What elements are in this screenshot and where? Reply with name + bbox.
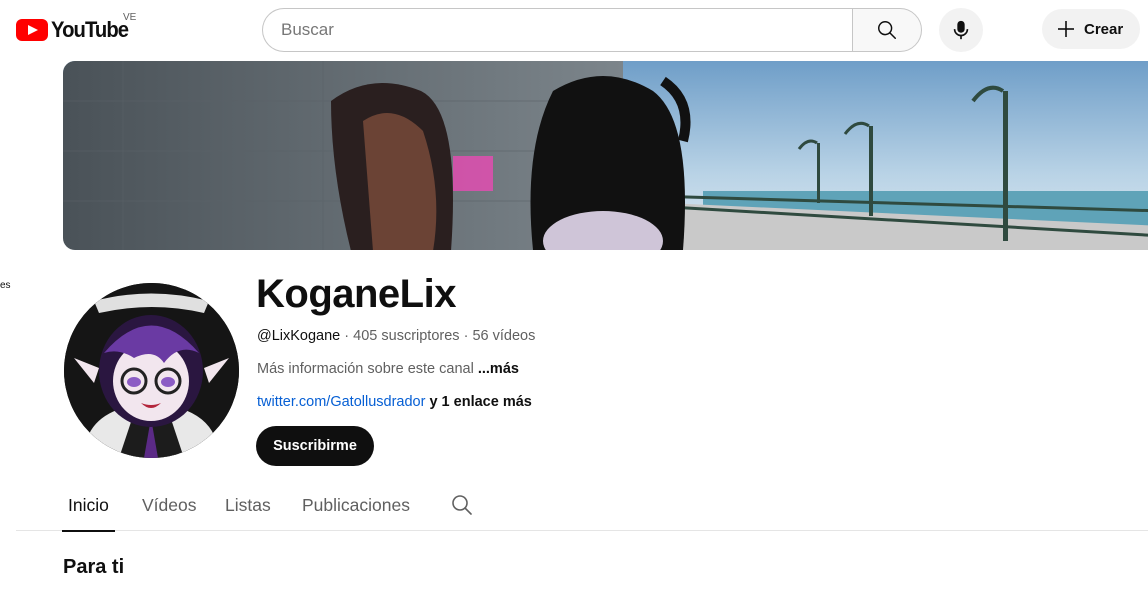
search-button[interactable] bbox=[852, 8, 922, 52]
create-label: Crear bbox=[1084, 20, 1124, 38]
sidebar-fragment: es bbox=[0, 280, 11, 291]
tab-videos[interactable]: Vídeos bbox=[142, 495, 196, 531]
channel-search-button[interactable] bbox=[450, 493, 474, 522]
section-title: Para ti bbox=[63, 556, 125, 578]
tab-publicaciones[interactable]: Publicaciones bbox=[302, 495, 410, 531]
channel-tabs: Inicio Vídeos Listas Publicaciones bbox=[16, 484, 1148, 532]
search-input[interactable] bbox=[262, 8, 852, 52]
search-icon bbox=[452, 495, 472, 515]
description-text: Más información sobre este canal bbox=[257, 361, 474, 377]
voice-search-button[interactable] bbox=[939, 8, 983, 52]
logo-text: YouTube bbox=[51, 17, 129, 42]
channel-handle: @LixKogane bbox=[257, 328, 341, 344]
video-count: 56 vídeos bbox=[472, 328, 536, 344]
channel-banner bbox=[63, 61, 1148, 250]
tab-listas[interactable]: Listas bbox=[225, 495, 271, 531]
tab-inicio[interactable]: Inicio bbox=[62, 495, 115, 532]
region-code: VE bbox=[123, 12, 137, 23]
twitter-link[interactable]: twitter.com/Gatollusdrador bbox=[257, 394, 425, 410]
subscriber-count: 405 suscriptores bbox=[353, 328, 460, 344]
avatar-image bbox=[64, 283, 239, 458]
meta-separator: · bbox=[344, 328, 350, 344]
subscribe-button[interactable]: Suscribirme bbox=[256, 426, 374, 466]
microphone-icon bbox=[953, 20, 969, 40]
plus-icon bbox=[1058, 21, 1074, 37]
youtube-play-icon bbox=[16, 19, 48, 41]
search-icon bbox=[878, 21, 896, 39]
more-links-button[interactable]: y 1 enlace más bbox=[429, 394, 531, 410]
youtube-logo[interactable]: YouTube bbox=[16, 17, 135, 43]
meta-separator: · bbox=[463, 328, 469, 344]
channel-links: twitter.com/Gatollusdrador y 1 enlace má… bbox=[257, 394, 532, 410]
banner-image bbox=[63, 61, 1148, 250]
search-bar bbox=[262, 8, 922, 52]
channel-meta: @LixKogane · 405 suscriptores · 56 vídeo… bbox=[257, 328, 535, 344]
channel-avatar[interactable] bbox=[64, 283, 239, 458]
channel-description[interactable]: Más información sobre este canal ...más bbox=[257, 361, 519, 377]
channel-name: KoganeLix bbox=[256, 272, 456, 316]
more-link[interactable]: ...más bbox=[478, 361, 519, 377]
create-button[interactable]: Crear bbox=[1042, 9, 1140, 49]
